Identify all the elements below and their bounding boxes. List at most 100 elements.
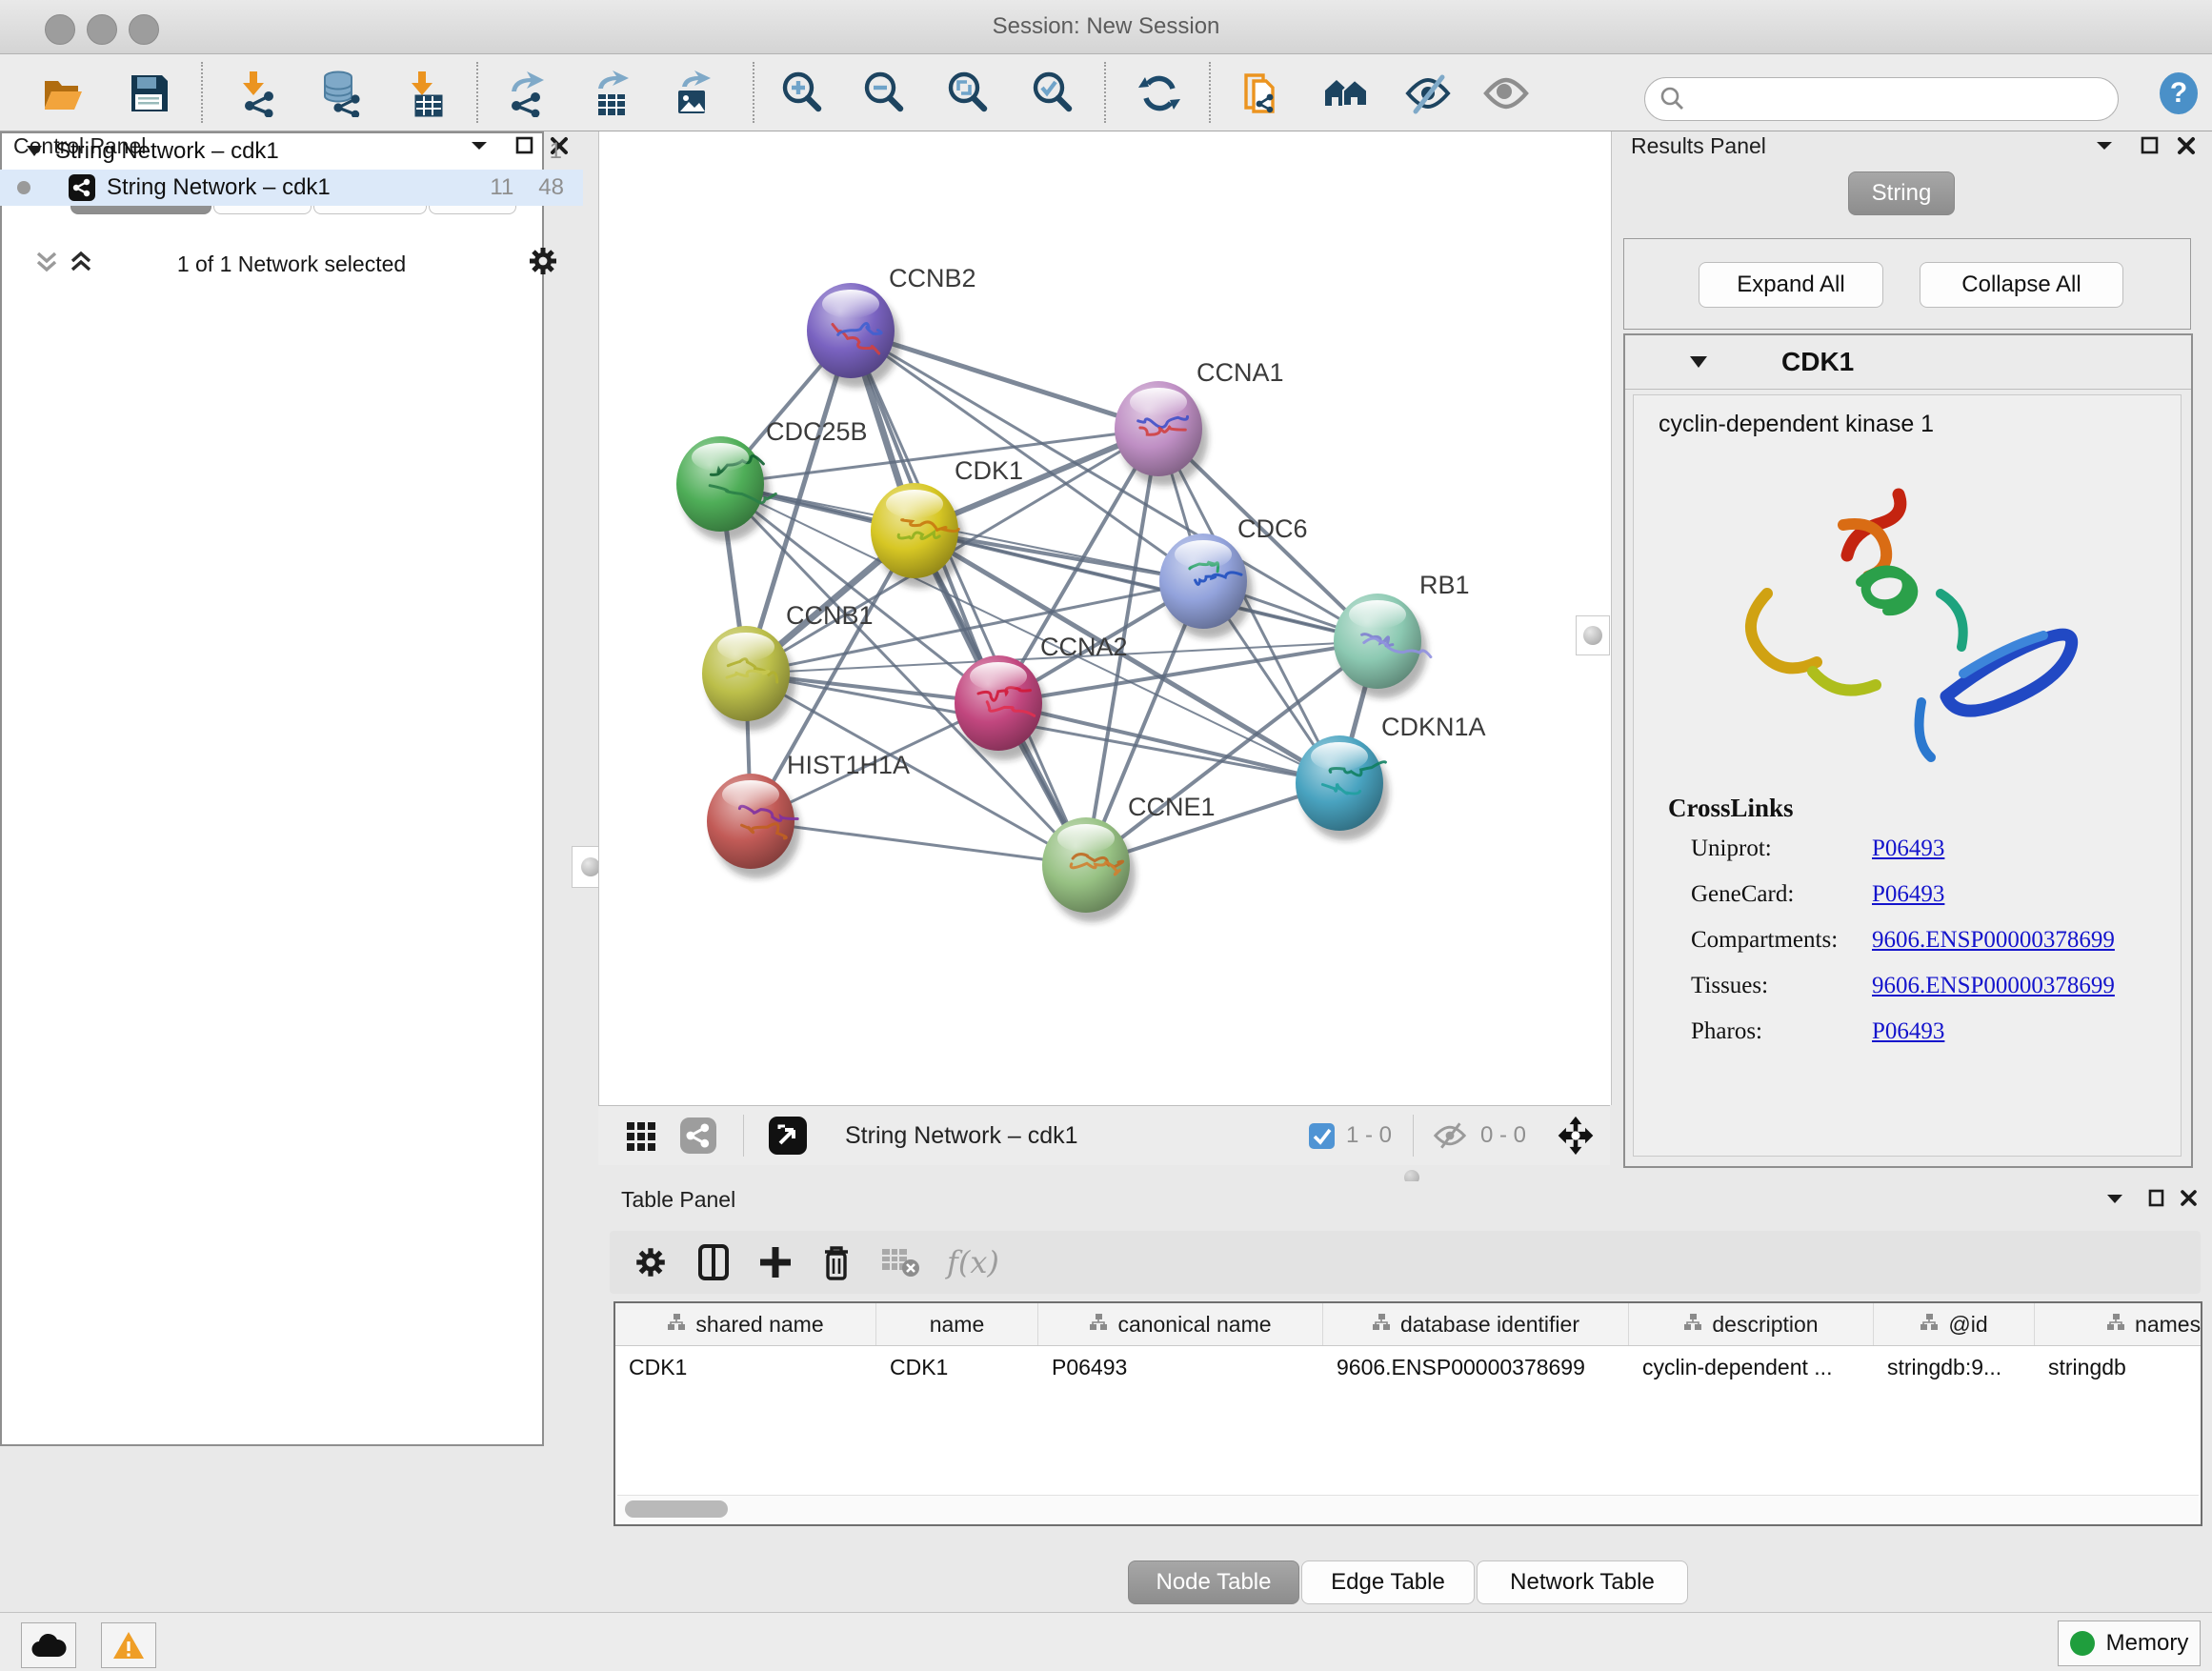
toolbar-separator [1209,62,1211,123]
import-network-icon[interactable] [236,70,284,117]
column-header-name[interactable]: name [876,1303,1038,1345]
hidden-eye-icon[interactable] [1431,1120,1469,1151]
column-namespace-icon [1920,1312,1939,1338]
column-header-label: shared name [695,1312,823,1338]
network-graph[interactable]: CCNB2CCNA1CDC25BCDK1CDC6RB1CCNB1CCNA2CDK… [598,131,1610,1105]
crosslink-value-link[interactable]: P06493 [1872,881,1944,908]
cloud-status-button[interactable] [21,1622,76,1668]
network-options-gear-icon[interactable] [526,244,560,278]
column-header-canonical-name[interactable]: canonical name [1038,1303,1323,1345]
main-toolbar: ? [0,54,2212,131]
network-node-RB1[interactable]: RB1 [1334,571,1470,698]
column-header-label: description [1712,1312,1818,1338]
expand-all-button[interactable]: Expand All [1699,262,1883,308]
float-panel-icon[interactable] [2140,135,2161,156]
tab-edge-table[interactable]: Edge Table [1301,1560,1475,1604]
table-settings-gear-icon[interactable] [633,1244,669,1280]
column-header-shared-name[interactable]: shared name [615,1303,876,1345]
table-toolbar: f(x) [610,1231,2201,1294]
table-cell[interactable]: cyclin-dependent ... [1629,1346,1874,1388]
export-table-icon[interactable] [587,70,634,117]
selected-nodes-checkbox-icon[interactable] [1309,1123,1335,1149]
section-collapse-icon[interactable] [1690,355,1707,369]
warning-status-button[interactable] [101,1622,156,1668]
delete-column-icon[interactable] [819,1242,854,1282]
open-in-new-window-icon[interactable] [769,1117,807,1155]
crosslink-value-link[interactable]: 9606.ENSP00000378699 [1872,927,2115,954]
network-edge[interactable] [851,331,1377,641]
table-cell[interactable]: stringdb [2035,1346,2202,1388]
tree-expand-icon[interactable] [27,146,42,157]
search-input[interactable] [1687,86,2091,112]
show-eye-icon[interactable] [1482,70,1530,117]
crosslink-value-link[interactable]: P06493 [1872,1018,1944,1045]
zoom-fit-icon[interactable] [945,70,993,117]
column-header-database-identifier[interactable]: database identifier [1323,1303,1629,1345]
column-header-namespace[interactable]: namespace [2035,1303,2202,1345]
close-panel-icon[interactable] [2180,1189,2199,1208]
zoom-in-icon[interactable] [779,70,827,117]
float-panel-icon[interactable] [2147,1189,2166,1208]
network-node-CDC25B[interactable]: CDC25B [676,417,868,541]
network-node-CCNB2[interactable]: CCNB2 [807,264,976,388]
show-columns-icon[interactable] [695,1242,732,1282]
export-image-icon[interactable] [669,70,716,117]
column-header--id[interactable]: @id [1874,1303,2035,1345]
network-edge[interactable] [751,821,1086,865]
tab-string[interactable]: String [1848,171,1955,215]
toolbar-separator [201,62,203,123]
network-view-toolbar: String Network – cdk1 1 - 0 0 - 0 [598,1105,1610,1165]
import-network-from-database-icon[interactable] [317,70,365,117]
export-network-icon[interactable] [503,70,551,117]
table-cell[interactable]: P06493 [1038,1346,1323,1388]
scrollbar-thumb[interactable] [625,1500,728,1518]
network-node-HIST1H1A[interactable]: HIST1H1A [707,751,910,878]
horizontal-scrollbar[interactable] [617,1495,2199,1522]
network-node-CCNB1[interactable]: CCNB1 [702,601,874,731]
birdseye-grid-icon[interactable] [625,1118,659,1153]
collapse-panel-icon[interactable] [2094,137,2115,154]
network-share-icon[interactable] [680,1117,716,1154]
network-edge[interactable] [851,331,1086,865]
network-node-CCNE1[interactable]: CCNE1 [1042,793,1216,922]
open-file-icon[interactable] [40,70,88,117]
network-node-CCNA2[interactable]: CCNA2 [955,633,1128,760]
crosslink-value-link[interactable]: P06493 [1872,836,1944,862]
column-header-label: name [930,1312,985,1338]
network-collection-row[interactable]: String Network – cdk1 1 [0,133,583,170]
column-header-label: canonical name [1117,1312,1271,1338]
network-node-CDKN1A[interactable]: CDKN1A [1296,713,1486,840]
add-column-icon[interactable] [758,1243,793,1281]
network-row-selected[interactable]: String Network – cdk1 11 48 [0,170,583,206]
move-crosshair-icon[interactable] [1555,1115,1597,1157]
hide-selected-icon[interactable] [1404,70,1452,117]
table-cell[interactable]: CDK1 [615,1346,876,1388]
show-all-networks-icon[interactable] [1322,70,1370,117]
table-cell[interactable]: CDK1 [876,1346,1038,1388]
zoom-selected-icon[interactable] [1030,70,1077,117]
collapse-all-button[interactable]: Collapse All [1920,262,2123,308]
network-edge[interactable] [998,703,1339,783]
node-table[interactable]: shared name name canonical name database id… [613,1301,2202,1526]
table-cell[interactable]: 9606.ENSP00000378699 [1323,1346,1629,1388]
network-node-CCNA1[interactable]: CCNA1 [1115,358,1284,486]
zoom-out-icon[interactable] [861,70,909,117]
table-row[interactable]: CDK1CDK1P064939606.ENSP00000378699cyclin… [615,1346,2201,1388]
window-title: Session: New Session [0,13,2212,40]
gene-section-header[interactable]: CDK1 [1625,335,2191,390]
crosslink-value-link[interactable]: 9606.ENSP00000378699 [1872,973,2115,999]
help-icon[interactable]: ? [2155,70,2202,117]
table-cell[interactable]: stringdb:9... [1874,1346,2035,1388]
panel-splitter-handle[interactable] [1576,615,1610,655]
tab-network-table[interactable]: Network Table [1477,1560,1688,1604]
refresh-icon[interactable] [1136,70,1183,117]
tab-node-table[interactable]: Node Table [1128,1560,1299,1604]
column-header-description[interactable]: description [1629,1303,1874,1345]
save-session-icon[interactable] [126,70,173,117]
collapse-panel-icon[interactable] [2105,1191,2124,1206]
import-table-icon[interactable] [403,70,451,117]
gene-detail-card: cyclin-dependent kinase 1 CrossLi [1633,394,2182,1157]
clone-network-icon[interactable] [1238,70,1286,117]
memory-button[interactable]: Memory [2058,1621,2201,1666]
close-panel-icon[interactable] [2176,135,2197,156]
